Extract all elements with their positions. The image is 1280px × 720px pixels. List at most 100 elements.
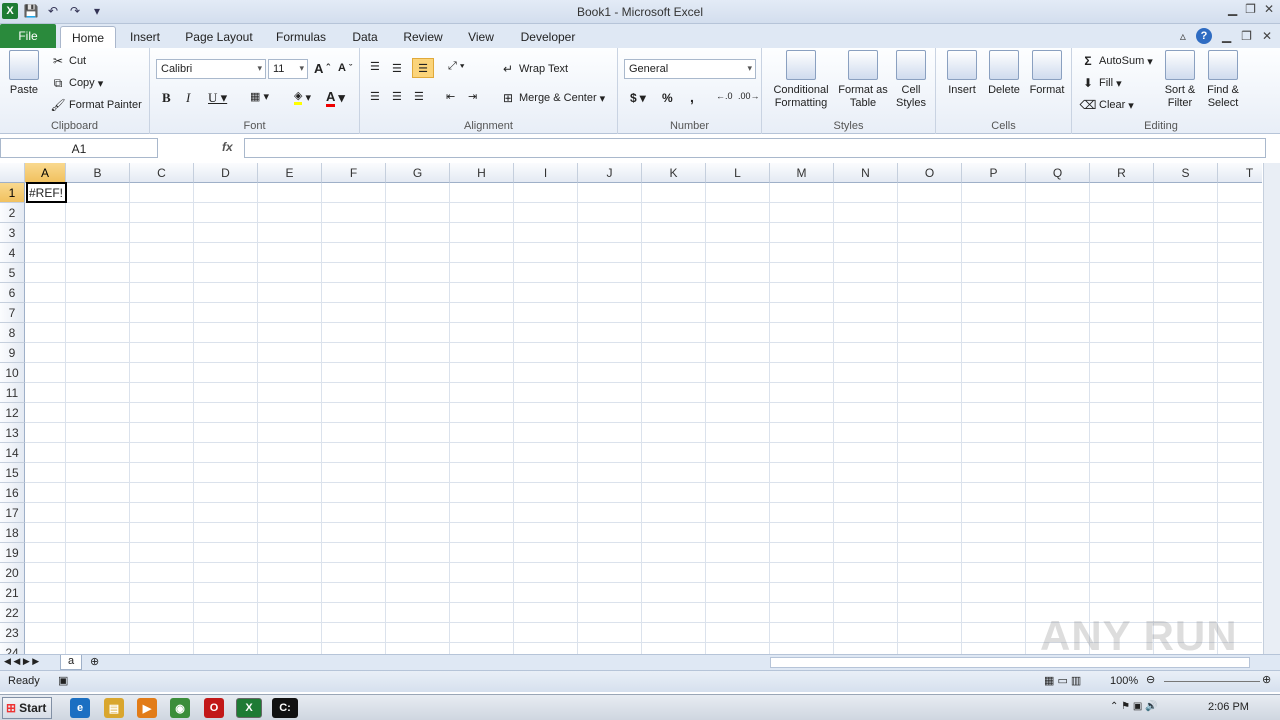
- cell-styles-button[interactable]: Cell Styles: [890, 50, 932, 110]
- doc-restore-icon[interactable]: ❐: [1241, 29, 1252, 43]
- new-sheet-icon[interactable]: ⊕: [90, 655, 99, 668]
- font-name-select[interactable]: Calibri: [156, 59, 266, 79]
- row-header[interactable]: 11: [0, 383, 25, 403]
- explorer-icon[interactable]: ▤: [104, 698, 124, 718]
- opera-icon[interactable]: O: [204, 698, 224, 718]
- zoom-slider[interactable]: [1164, 681, 1260, 682]
- borders-icon[interactable]: ▦ ▾: [250, 90, 269, 103]
- collapse-ribbon-icon[interactable]: ▵: [1180, 29, 1186, 43]
- view-buttons[interactable]: ▦ ▭ ▥: [1044, 674, 1081, 687]
- italic-icon[interactable]: I: [186, 90, 190, 106]
- close-icon[interactable]: ✕: [1264, 2, 1274, 16]
- doc-minimize-icon[interactable]: ▁: [1222, 29, 1231, 43]
- active-cell-a1[interactable]: #REF!: [26, 182, 67, 203]
- tray-icons[interactable]: ⌃ ⚑ ▣ 🔊: [1110, 701, 1158, 712]
- tab-page-layout[interactable]: Page Layout: [180, 26, 258, 48]
- orientation-icon[interactable]: ⤢ ▾: [448, 60, 464, 73]
- clear-button[interactable]: ⌫ Clear ▾: [1080, 97, 1134, 113]
- minimize-icon[interactable]: ▁: [1228, 2, 1237, 16]
- row-header[interactable]: 15: [0, 463, 25, 483]
- column-header[interactable]: K: [642, 163, 706, 183]
- formula-input[interactable]: [244, 138, 1266, 158]
- row-header[interactable]: 21: [0, 583, 25, 603]
- column-header[interactable]: M: [770, 163, 834, 183]
- row-header[interactable]: 9: [0, 343, 25, 363]
- copy-button[interactable]: ⧉ Copy ▾: [50, 75, 104, 91]
- vertical-scrollbar[interactable]: [1263, 163, 1280, 654]
- column-header[interactable]: L: [706, 163, 770, 183]
- ie-icon[interactable]: e: [70, 698, 90, 718]
- format-cells-button[interactable]: Format: [1026, 50, 1068, 97]
- column-header[interactable]: E: [258, 163, 322, 183]
- number-format-select[interactable]: General: [624, 59, 756, 79]
- underline-icon[interactable]: U ▾: [208, 90, 227, 106]
- bold-icon[interactable]: B: [162, 90, 171, 106]
- row-header[interactable]: 23: [0, 623, 25, 643]
- autosum-button[interactable]: Σ AutoSum ▾: [1080, 53, 1152, 69]
- column-header[interactable]: Q: [1026, 163, 1090, 183]
- insert-function-icon[interactable]: fx: [222, 140, 233, 154]
- wrap-text-button[interactable]: ↵ Wrap Text: [500, 61, 568, 77]
- comma-icon[interactable]: ,: [690, 89, 694, 105]
- row-header[interactable]: 19: [0, 543, 25, 563]
- decrease-indent-icon[interactable]: ⇤: [446, 90, 455, 103]
- align-right-icon[interactable]: ☰: [414, 90, 424, 103]
- name-box[interactable]: A1: [0, 138, 158, 158]
- tab-review[interactable]: Review: [398, 26, 448, 48]
- shrink-font-icon[interactable]: Aˇ: [338, 62, 352, 74]
- zoom-level[interactable]: 100%: [1110, 675, 1138, 687]
- fill-color-icon[interactable]: ◈ ▾: [294, 89, 311, 105]
- cut-button[interactable]: ✂ Cut: [50, 53, 86, 69]
- restore-icon[interactable]: ❐: [1245, 2, 1256, 16]
- sheet-tab-a[interactable]: a: [60, 655, 82, 670]
- row-header[interactable]: 3: [0, 223, 25, 243]
- font-size-select[interactable]: 11: [268, 59, 308, 79]
- worksheet-grid[interactable]: A B C D E F G H I J K L M N O P Q R S T 1 2 3 4 5 6 7 8 9 10 11 12 13 14 1…: [0, 163, 1262, 654]
- find-select-button[interactable]: Find & Select: [1202, 50, 1244, 110]
- align-bottom-icon[interactable]: ☰: [412, 58, 434, 78]
- paste-button[interactable]: Paste: [6, 50, 42, 97]
- column-header[interactable]: O: [898, 163, 962, 183]
- currency-icon[interactable]: $ ▾: [630, 91, 646, 105]
- zoom-in-icon[interactable]: ⊕: [1262, 673, 1271, 686]
- column-header[interactable]: N: [834, 163, 898, 183]
- row-header[interactable]: 8: [0, 323, 25, 343]
- tab-file[interactable]: File: [0, 24, 56, 48]
- row-header[interactable]: 24: [0, 643, 25, 654]
- tab-data[interactable]: Data: [345, 26, 385, 48]
- select-all-corner[interactable]: [0, 163, 25, 183]
- column-header[interactable]: A: [25, 163, 66, 183]
- grow-font-icon[interactable]: Aˆ: [314, 61, 330, 76]
- merge-center-button[interactable]: ⊞ Merge & Center ▾: [500, 90, 605, 106]
- format-as-table-button[interactable]: Format as Table: [838, 50, 888, 110]
- column-header[interactable]: G: [386, 163, 450, 183]
- row-header[interactable]: 16: [0, 483, 25, 503]
- row-header[interactable]: 14: [0, 443, 25, 463]
- sheet-nav-icon[interactable]: ◀ ◀ ▶ ▶: [4, 656, 39, 667]
- percent-icon[interactable]: %: [662, 91, 673, 105]
- tab-home[interactable]: Home: [60, 26, 116, 48]
- column-header[interactable]: F: [322, 163, 386, 183]
- row-header[interactable]: 5: [0, 263, 25, 283]
- doc-close-icon[interactable]: ✕: [1262, 29, 1272, 43]
- clock[interactable]: 2:06 PM: [1208, 701, 1249, 713]
- row-header[interactable]: 1: [0, 183, 25, 203]
- column-header[interactable]: P: [962, 163, 1026, 183]
- column-header[interactable]: D: [194, 163, 258, 183]
- row-header[interactable]: 20: [0, 563, 25, 583]
- font-color-icon[interactable]: A ▾: [326, 89, 345, 107]
- macro-record-icon[interactable]: ▣: [58, 674, 68, 687]
- tab-insert[interactable]: Insert: [120, 26, 170, 48]
- sort-filter-button[interactable]: Sort & Filter: [1160, 50, 1200, 110]
- column-header[interactable]: B: [66, 163, 130, 183]
- column-header[interactable]: C: [130, 163, 194, 183]
- conditional-formatting-button[interactable]: Conditional Formatting: [766, 50, 836, 110]
- chrome-icon[interactable]: ◉: [170, 698, 190, 718]
- tab-view[interactable]: View: [460, 26, 502, 48]
- decrease-decimal-icon[interactable]: .00→: [738, 91, 760, 101]
- cmd-icon[interactable]: C:: [272, 698, 298, 718]
- tab-developer[interactable]: Developer: [515, 26, 581, 48]
- help-icon[interactable]: ?: [1195, 28, 1212, 44]
- align-top-icon[interactable]: ☰: [370, 60, 380, 73]
- fill-button[interactable]: ⬇ Fill ▾: [1080, 75, 1122, 91]
